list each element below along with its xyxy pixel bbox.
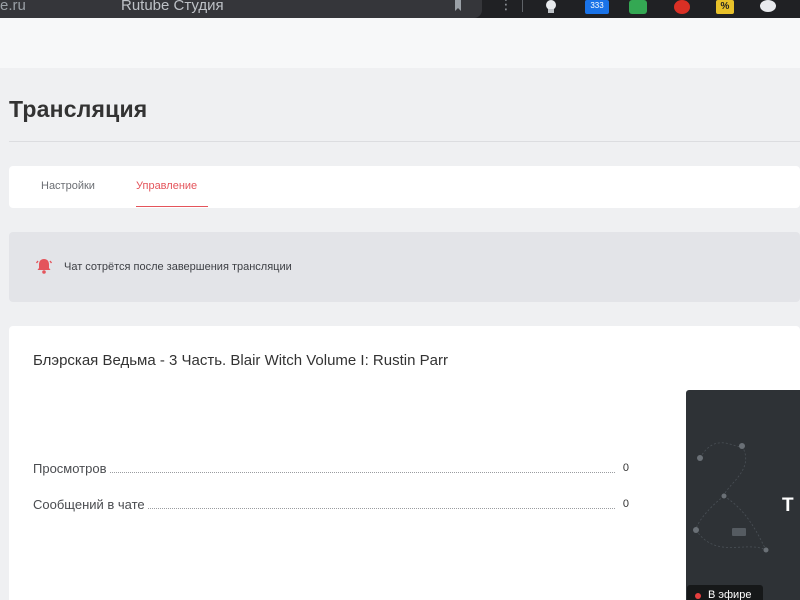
tab-settings[interactable]: Настройки	[41, 180, 95, 192]
stat-views-value: 0	[619, 462, 629, 474]
stream-preview[interactable]: T	[686, 390, 800, 600]
dotted-leader	[33, 472, 615, 473]
cloud-extension-icon[interactable]	[760, 0, 776, 12]
bell-icon	[35, 259, 53, 274]
browser-tab-title[interactable]: Rutube Студия	[121, 0, 224, 14]
page-title: Трансляция	[9, 96, 148, 122]
stat-chat-label: Сообщений в чате	[33, 497, 147, 512]
calendar-extension-icon[interactable]: 333	[585, 0, 609, 14]
stream-card: Блэрская Ведьма - 3 Часть. Blair Witch V…	[9, 326, 800, 600]
red-extension-icon[interactable]	[674, 0, 690, 14]
percent-extension-icon[interactable]: %	[716, 0, 734, 14]
stat-views-label: Просмотров	[33, 461, 109, 476]
live-status-badge: В эфире	[687, 585, 763, 600]
tab-control[interactable]: Управление	[136, 180, 197, 192]
lightbulb-extension-icon[interactable]	[542, 0, 560, 14]
preview-title-letter: T	[782, 495, 794, 516]
toolbar-separator	[522, 0, 523, 12]
stat-views-row: Просмотров 0	[33, 461, 629, 477]
stream-title: Блэрская Ведьма - 3 Часть. Blair Witch V…	[33, 352, 448, 369]
percent-extension-badge: %	[720, 1, 730, 12]
chat-notice-text: Чат сотрётся после завершения трансляции	[64, 261, 292, 273]
active-tab-underline	[136, 206, 208, 207]
stat-chat-row: Сообщений в чате 0	[33, 497, 629, 513]
bookmark-star-icon[interactable]	[452, 0, 464, 12]
more-menu-icon[interactable]: ⋮	[499, 0, 513, 13]
browser-toolbar: e.ru Rutube Студия ⋮ 333 %	[0, 0, 800, 18]
chat-notice-banner: Чат сотрётся после завершения трансляции	[9, 232, 800, 302]
live-dot-icon	[695, 593, 701, 599]
live-status-label: В эфире	[708, 589, 752, 600]
calendar-extension-badge: 333	[590, 1, 604, 10]
page-content: Трансляция Настройки Управление Чат сотр…	[0, 18, 800, 600]
stat-chat-value: 0	[619, 498, 629, 510]
title-divider	[9, 141, 800, 142]
page-header-area	[0, 18, 800, 68]
green-extension-icon[interactable]	[629, 0, 647, 14]
address-bar[interactable]	[0, 0, 482, 18]
tabs-bar: Настройки Управление	[9, 166, 800, 208]
address-bar-url[interactable]: e.ru	[0, 0, 26, 14]
